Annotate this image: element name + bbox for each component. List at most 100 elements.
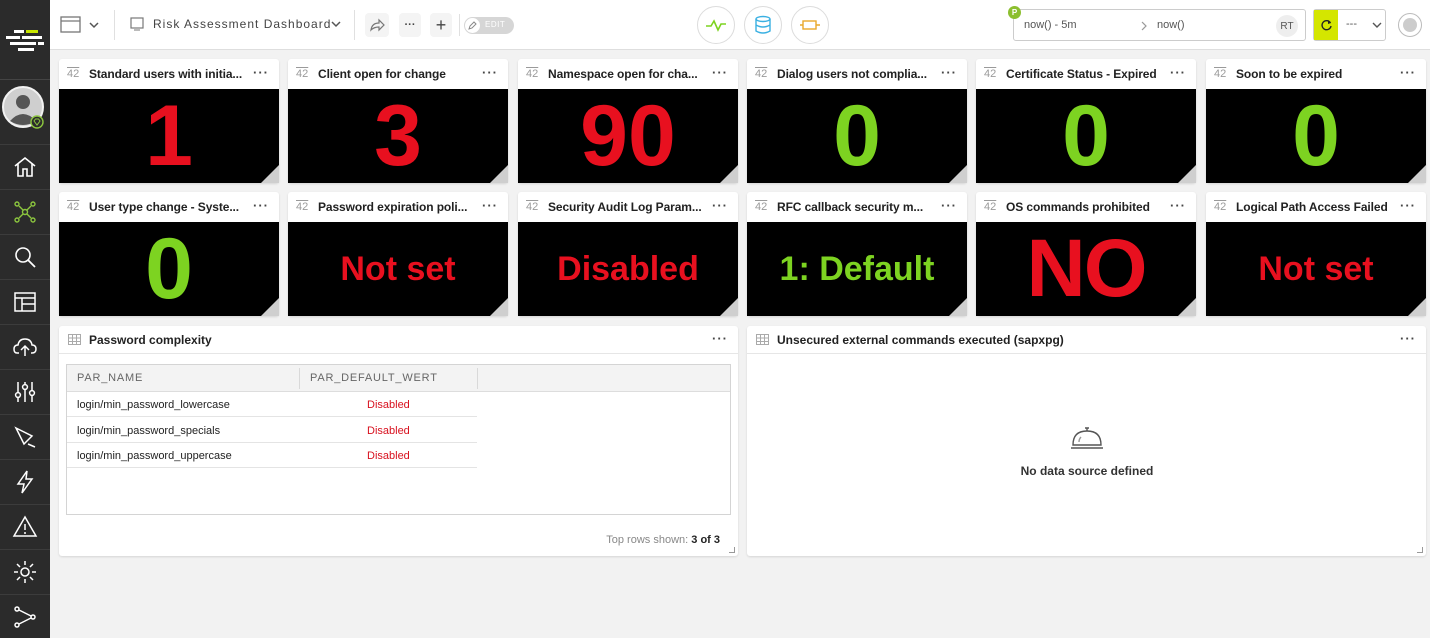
tile-title: RFC callback security m...	[777, 200, 924, 214]
app-logo[interactable]	[0, 0, 50, 80]
single-value-tile[interactable]: 42 Security Audit Log Param... ··· Disabled	[518, 192, 738, 316]
single-value-tile[interactable]: 42 User type change - Syste... ··· 0	[59, 192, 279, 316]
resize-handle[interactable]	[949, 298, 967, 316]
sidebar-item-transform[interactable]	[0, 414, 50, 458]
column-header[interactable]: PAR_DEFAULT_WERT	[310, 372, 438, 384]
share-button[interactable]	[365, 13, 389, 37]
tile-body: 0	[59, 222, 279, 316]
flow-icon	[14, 605, 36, 628]
top-toolbar: Risk Assessment Dashboard ··· + EDIT P n…	[50, 0, 1430, 50]
resize-handle[interactable]	[261, 298, 279, 316]
sidebar-item-flow[interactable]	[0, 594, 50, 638]
tile-header: 42 Soon to be expired ···	[1206, 59, 1426, 89]
single-value-icon: 42	[296, 201, 309, 213]
single-value-tile[interactable]: 42 Client open for change ··· 3	[288, 59, 508, 183]
tile-menu-button[interactable]: ···	[1400, 198, 1416, 213]
column-header[interactable]: PAR_NAME	[77, 372, 143, 384]
refresh-control[interactable]: ---	[1313, 9, 1386, 41]
resize-handle[interactable]	[1408, 298, 1426, 316]
external-commands-panel[interactable]: Unsecured external commands executed (sa…	[747, 326, 1426, 556]
resize-handle[interactable]	[1408, 165, 1426, 183]
resize-handle[interactable]	[720, 298, 738, 316]
single-value-tile[interactable]: 42 Logical Path Access Failed ··· Not set	[1206, 192, 1426, 316]
tile-menu-button[interactable]: ···	[1170, 65, 1186, 80]
tile-value: 90	[580, 89, 676, 183]
tile-value: Disabled	[557, 250, 699, 288]
single-value-tile[interactable]: 42 Certificate Status - Expired ··· 0	[976, 59, 1196, 183]
sidebar-item-dashboards[interactable]	[0, 279, 50, 323]
single-value-tile[interactable]: 42 Soon to be expired ··· 0	[1206, 59, 1426, 183]
single-value-icon: 42	[296, 68, 309, 80]
panel-menu-button[interactable]: ···	[712, 331, 728, 346]
resize-handle[interactable]	[720, 165, 738, 183]
avatar[interactable]	[2, 85, 46, 135]
single-value-icon: 42	[755, 201, 768, 213]
chevron-right-icon	[1141, 21, 1147, 31]
tag-view-button[interactable]	[791, 6, 829, 44]
tile-menu-button[interactable]: ···	[482, 65, 498, 80]
single-value-tile[interactable]: 42 Namespace open for cha... ··· 90	[518, 59, 738, 183]
sidebar-item-settings[interactable]	[0, 549, 50, 593]
tile-menu-button[interactable]: ···	[1400, 65, 1416, 80]
sidebar-item-home[interactable]	[0, 144, 50, 188]
tile-body: 1	[59, 89, 279, 183]
divider	[354, 10, 355, 40]
tile-menu-button[interactable]: ···	[712, 198, 728, 213]
resize-handle[interactable]	[1417, 547, 1423, 553]
refresh-icon[interactable]	[1314, 10, 1338, 40]
rows-shown-label: Top rows shown:	[606, 534, 689, 546]
tile-title: Security Audit Log Param...	[548, 200, 702, 214]
sidebar-item-events[interactable]	[0, 459, 50, 503]
panel-header: Unsecured external commands executed (sa…	[747, 326, 1426, 354]
dashboard-switcher[interactable]	[58, 12, 104, 38]
panel-menu-button[interactable]: ···	[1400, 331, 1416, 346]
edit-toggle[interactable]: EDIT	[464, 17, 514, 34]
tile-menu-button[interactable]: ···	[253, 198, 269, 213]
resize-handle[interactable]	[490, 298, 508, 316]
sidebar-item-search[interactable]	[0, 234, 50, 278]
tile-menu-button[interactable]: ···	[482, 198, 498, 213]
single-value-tile[interactable]: 42 Password expiration poli... ··· Not set	[288, 192, 508, 316]
add-button[interactable]: +	[430, 13, 452, 37]
password-table: PAR_NAME PAR_DEFAULT_WERT login/min_pass…	[66, 364, 731, 515]
sidebar-item-upload[interactable]	[0, 324, 50, 368]
stop-button[interactable]	[1398, 13, 1422, 37]
single-value-tile[interactable]: 42 Standard users with initia... ··· 1	[59, 59, 279, 183]
metrics-view-button[interactable]	[697, 6, 735, 44]
resize-handle[interactable]	[729, 547, 735, 553]
rows-shown-note: Top rows shown: 3 of 3	[606, 534, 720, 546]
resize-handle[interactable]	[490, 165, 508, 183]
column-divider[interactable]	[299, 368, 300, 389]
data-view-button[interactable]	[744, 6, 782, 44]
table-row[interactable]: login/min_password_specials Disabled	[67, 418, 477, 443]
cell-par-name: login/min_password_uppercase	[77, 450, 232, 462]
sidebar-item-alerts[interactable]	[0, 504, 50, 548]
divider	[114, 10, 115, 40]
tile-title: Client open for change	[318, 67, 446, 81]
column-divider[interactable]	[477, 368, 478, 389]
tile-menu-button[interactable]: ···	[941, 65, 957, 80]
table-row[interactable]: login/min_password_uppercase Disabled	[67, 443, 477, 468]
single-value-tile[interactable]: 42 OS commands prohibited ··· NO	[976, 192, 1196, 316]
resize-handle[interactable]	[261, 165, 279, 183]
realtime-toggle[interactable]: RT	[1276, 15, 1298, 37]
sidebar-item-settings-sliders[interactable]	[0, 369, 50, 413]
sidebar-item-network[interactable]	[0, 189, 50, 233]
lightning-icon	[16, 470, 34, 493]
tile-header: 42 Standard users with initia... ···	[59, 59, 279, 89]
resize-handle[interactable]	[949, 165, 967, 183]
password-complexity-panel[interactable]: Password complexity ··· PAR_NAME PAR_DEF…	[59, 326, 738, 556]
resize-handle[interactable]	[1178, 165, 1196, 183]
tile-header: 42 Client open for change ···	[288, 59, 508, 89]
single-value-tile[interactable]: 42 Dialog users not complia... ··· 0	[747, 59, 967, 183]
tile-body: NO	[976, 222, 1196, 316]
resize-handle[interactable]	[1178, 298, 1196, 316]
single-value-tile[interactable]: 42 RFC callback security m... ··· 1: Defaul…	[747, 192, 967, 316]
tile-menu-button[interactable]: ···	[712, 65, 728, 80]
tile-menu-button[interactable]: ···	[941, 198, 957, 213]
tile-menu-button[interactable]: ···	[1170, 198, 1186, 213]
timeframe-selector[interactable]: P now() - 5m now() RT	[1008, 6, 1306, 41]
more-button[interactable]: ···	[399, 13, 421, 37]
tile-menu-button[interactable]: ···	[253, 65, 269, 80]
table-row[interactable]: login/min_password_lowercase Disabled	[67, 392, 477, 417]
